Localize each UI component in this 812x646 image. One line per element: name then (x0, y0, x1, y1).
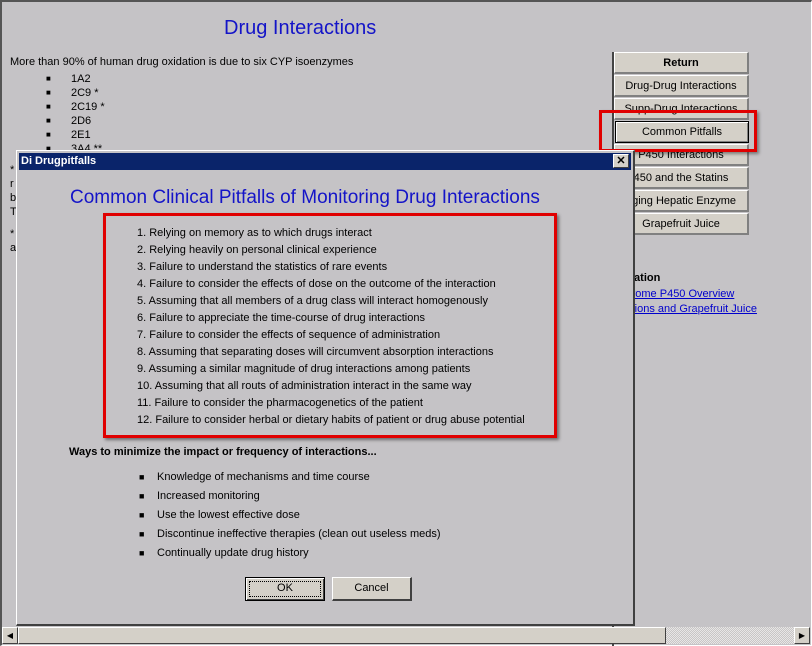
pitfalls-dialog: Di Drugpitfalls ✕ Common Clinical Pitfal… (16, 150, 635, 626)
bullet-icon: ■ (139, 510, 145, 520)
bullet-icon: ■ (46, 130, 51, 139)
list-item: 2. Relying heavily on personal clinical … (137, 244, 377, 256)
list-item: 9. Assuming a similar magnitude of drug … (137, 363, 471, 375)
nav-drug-drug-button[interactable]: Drug-Drug Interactions (614, 75, 749, 97)
bullet-icon: ■ (139, 529, 145, 539)
ways-heading: Ways to minimize the impact or frequency… (69, 446, 377, 458)
list-item: 12. Failure to consider herbal or dietar… (137, 414, 525, 426)
scroll-right-icon[interactable]: ▶ (794, 627, 810, 644)
cancel-button[interactable]: Cancel (332, 577, 412, 601)
grapefruit-link[interactable]: cations and Grapefruit Juice (620, 303, 757, 315)
pitfalls-list: 1. Relying on memory as to which drugs i… (137, 225, 525, 429)
ok-button[interactable]: OK (245, 577, 325, 601)
nav-return-button[interactable]: Return (614, 52, 749, 74)
bullet-icon: ■ (139, 548, 145, 558)
list-item: ■ 2E1 (46, 129, 91, 141)
list-item: 5. Assuming that all members of a drug c… (137, 295, 488, 307)
obscured-text: * (10, 228, 15, 240)
bullet-icon: ■ (139, 491, 145, 501)
obscured-text: r (10, 178, 14, 190)
dialog-titlebar[interactable]: Di Drugpitfalls ✕ (19, 153, 631, 170)
list-item: ■ Use the lowest effective dose (139, 506, 441, 525)
scroll-left-icon[interactable]: ◀ (2, 627, 18, 644)
highlight-box (599, 110, 757, 152)
cyp-list: ■ 1A2 ■ 2C9 * ■ 2C19 * ■ 2D6 ■ 2E1 ■ 3A4 ** (46, 72, 105, 156)
p450-overview-link[interactable]: chrome P450 Overview (620, 288, 734, 300)
focus-ring (249, 581, 321, 597)
list-item: 6. Failure to appreciate the time-course… (137, 312, 425, 324)
scrollbar-thumb[interactable] (18, 627, 666, 644)
bullet-icon: ■ (139, 472, 145, 482)
page-title: Drug Interactions (224, 17, 377, 39)
bullet-icon: ■ (46, 116, 51, 125)
intro-text: More than 90% of human drug oxidation is… (10, 56, 354, 68)
list-item: ■ Discontinue ineffective therapies (clea… (139, 525, 441, 544)
list-item: 11. Failure to consider the pharmacogene… (137, 397, 423, 409)
list-item: 3. Failure to understand the statistics … (137, 261, 388, 273)
list-item: 4. Failure to consider the effects of do… (137, 278, 496, 290)
list-item: ■ 2C9 * (46, 87, 99, 99)
dialog-window-title: Di Drugpitfalls (21, 155, 97, 167)
list-item: ■ Increased monitoring (139, 487, 441, 506)
list-item: ■ Continually update drug history (139, 544, 441, 563)
bullet-icon: ■ (46, 102, 51, 111)
bullet-icon: ■ (46, 74, 51, 83)
dialog-heading: Common Clinical Pitfalls of Monitoring D… (70, 187, 540, 208)
list-item: ■ 2D6 (46, 115, 92, 127)
list-item: ■ Knowledge of mechanisms and time course (139, 468, 441, 487)
list-item: ■ 2C19 * (46, 101, 105, 113)
obscured-text: * (10, 164, 15, 176)
close-icon[interactable]: ✕ (613, 154, 629, 168)
list-item: ■ 1A2 (46, 73, 91, 85)
bullet-icon: ■ (46, 88, 51, 97)
horizontal-scrollbar[interactable]: ◀ ▶ (2, 627, 810, 644)
list-item: 8. Assuming that separating doses will c… (137, 346, 494, 358)
list-item: 7. Failure to consider the effects of se… (137, 329, 441, 341)
ways-list: ■ Knowledge of mechanisms and time course… (139, 468, 441, 563)
list-item: 10. Assuming that all routs of administr… (137, 380, 472, 392)
list-item: 1. Relying on memory as to which drugs i… (137, 227, 372, 239)
